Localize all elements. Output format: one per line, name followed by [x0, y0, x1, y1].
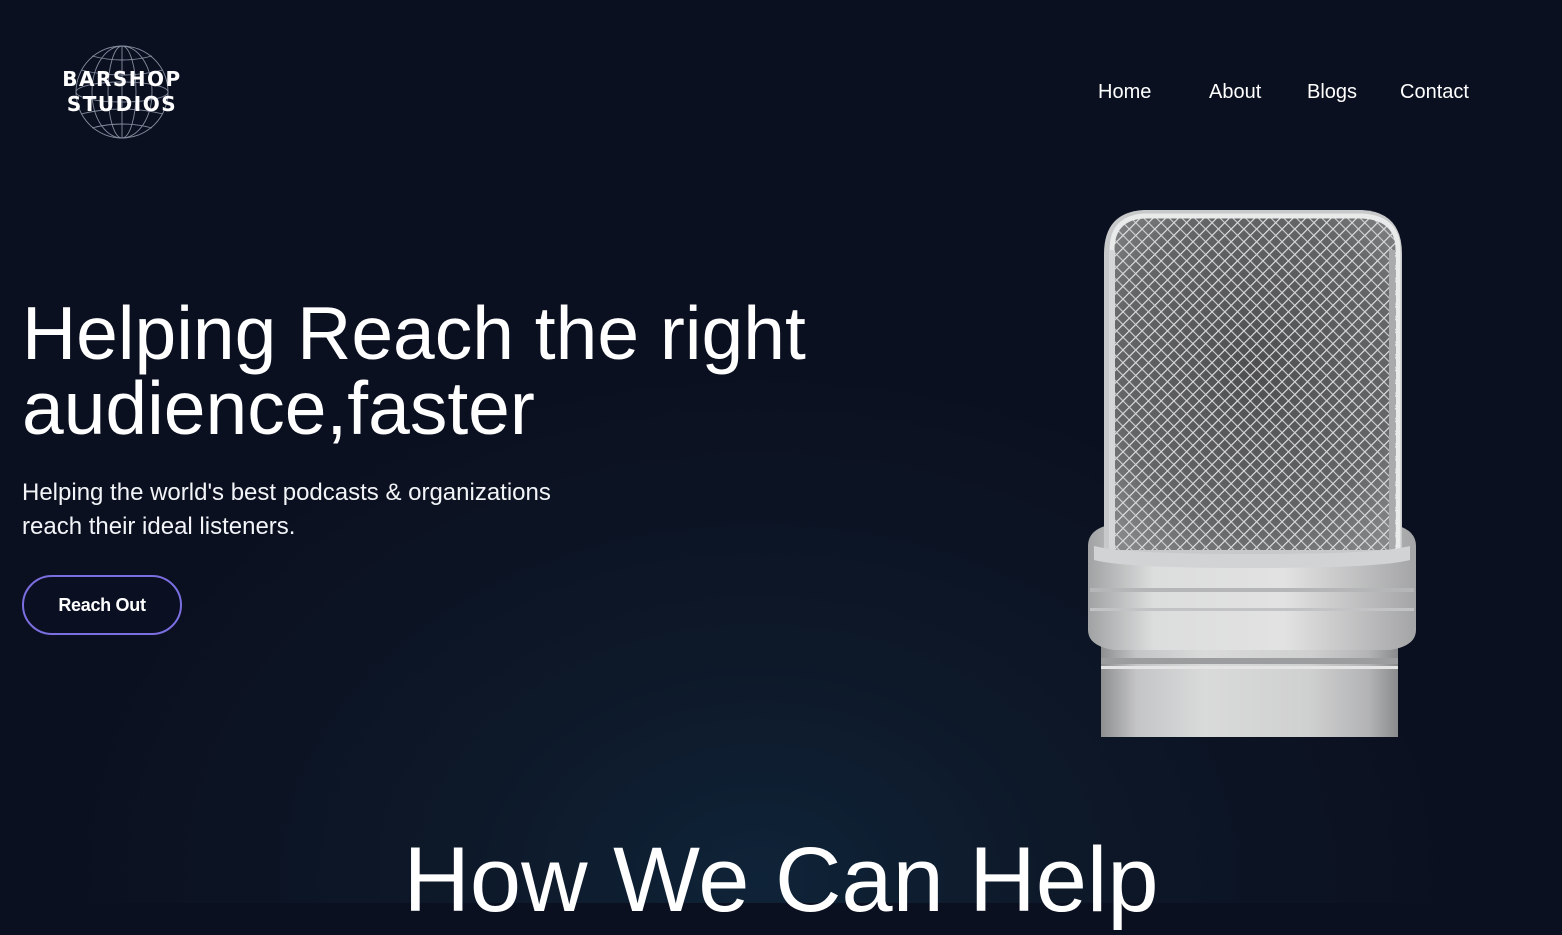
microphone-image: [1088, 210, 1416, 737]
nav-home[interactable]: Home: [1098, 79, 1151, 105]
section-title: How We Can Help: [403, 829, 1159, 931]
nav-about[interactable]: About: [1209, 79, 1261, 105]
hero-subtitle-line-1: Helping the world's best podcasts & orga…: [22, 479, 551, 506]
nav-blogs[interactable]: Blogs: [1307, 79, 1357, 105]
main-nav: Home About Blogs Contact: [0, 79, 1562, 105]
hero-title-line-2: audience,faster: [22, 366, 535, 450]
nav-contact[interactable]: Contact: [1400, 79, 1469, 105]
reach-out-button[interactable]: Reach Out: [22, 575, 182, 635]
hero-subtitle: Helping the world's best podcasts & orga…: [22, 476, 662, 544]
hero-title-line-1: Helping Reach the right: [22, 291, 806, 375]
hero-subtitle-line-2: reach their ideal listeners.: [22, 513, 296, 540]
hero-title: Helping Reach the right audience,faster: [22, 296, 922, 446]
